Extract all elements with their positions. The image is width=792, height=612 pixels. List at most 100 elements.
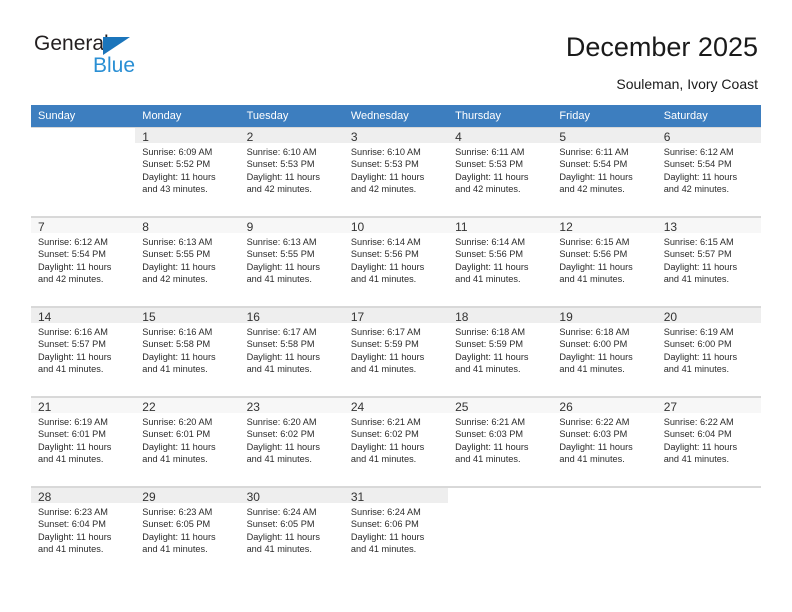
calendar-day-cell[interactable]: 11 Sunrise: 6:14 AM Sunset: 5:56 PM Dayligh… <box>448 216 553 307</box>
calendar-day-cell[interactable]: 20 Sunrise: 6:19 AM Sunset: 6:00 PM Dayligh… <box>656 306 761 397</box>
calendar-day-cell[interactable]: 9 Sunrise: 6:13 AM Sunset: 5:55 PM Daylight… <box>239 216 344 307</box>
day-sunset-text: Sunset: 6:02 PM <box>246 429 315 440</box>
day-sunset-text: Sunset: 5:54 PM <box>38 249 106 260</box>
day-cell-content: 30 Sunrise: 6:24 AM Sunset: 6:05 PM Dayligh… <box>239 487 344 576</box>
calendar-day-cell[interactable]: 14 Sunrise: 6:16 AM Sunset: 5:57 PM Dayligh… <box>31 306 136 397</box>
calendar-week-row: 1 Sunrise: 6:09 AM Sunset: 5:52 PM Daylight… <box>31 127 761 217</box>
calendar-day-cell[interactable]: 13 Sunrise: 6:15 AM Sunset: 5:57 PM Dayligh… <box>656 216 761 307</box>
calendar-day-cell[interactable]: 10 Sunrise: 6:14 AM Sunset: 5:56 PM Dayligh… <box>343 216 449 307</box>
day-daylight2-text: and 41 minutes. <box>559 363 625 374</box>
day-sunset-text: Sunset: 5:56 PM <box>350 249 419 260</box>
day-daylight1-text: Daylight: 11 hours <box>559 171 633 182</box>
page-title: December 2025 <box>565 32 758 62</box>
day-number: 11 <box>448 218 553 233</box>
day-sun-info: Sunrise: 6:12 AM Sunset: 5:54 PM Daylight:… <box>31 233 135 285</box>
day-cell-content: 18 Sunrise: 6:18 AM Sunset: 5:59 PM Dayligh… <box>448 307 553 396</box>
day-daylight1-text: Daylight: 11 hours <box>142 171 216 182</box>
day-number: 3 <box>343 128 449 143</box>
day-sunset-text: Sunset: 5:58 PM <box>246 339 315 350</box>
calendar-day-cell[interactable]: 3 Sunrise: 6:10 AM Sunset: 5:53 PM Daylight… <box>343 127 449 217</box>
day-cell-content: 19 Sunrise: 6:18 AM Sunset: 6:00 PM Dayligh… <box>552 307 657 396</box>
day-cell-content <box>656 487 761 576</box>
day-daylight2-text: and 41 minutes. <box>246 543 312 554</box>
day-daylight1-text: Daylight: 11 hours <box>455 351 529 362</box>
day-number: 8 <box>135 218 240 233</box>
calendar-day-cell[interactable]: 15 Sunrise: 6:16 AM Sunset: 5:58 PM Dayligh… <box>135 306 240 397</box>
calendar-day-cell[interactable]: 4 Sunrise: 6:11 AM Sunset: 5:53 PM Daylight… <box>448 127 553 217</box>
day-sun-info: Sunrise: 6:21 AM Sunset: 6:02 PM Daylight:… <box>344 413 448 465</box>
day-daylight2-text: and 41 minutes. <box>663 453 730 464</box>
calendar-day-cell[interactable]: 25 Sunrise: 6:21 AM Sunset: 6:03 PM Dayligh… <box>448 396 553 487</box>
day-sun-info: Sunrise: 6:14 AM Sunset: 5:56 PM Daylight:… <box>448 233 552 285</box>
day-number: 7 <box>31 218 136 233</box>
day-sunrise-text: Sunrise: 6:19 AM <box>663 327 734 337</box>
day-sunset-text: Sunset: 5:53 PM <box>455 159 524 170</box>
day-sunrise-text: Sunrise: 6:18 AM <box>455 327 526 337</box>
day-cell-content: 14 Sunrise: 6:16 AM Sunset: 5:57 PM Dayligh… <box>31 307 136 396</box>
calendar-day-cell[interactable]: 19 Sunrise: 6:18 AM Sunset: 6:00 PM Dayligh… <box>552 306 657 397</box>
day-sunset-text: Sunset: 6:03 PM <box>455 429 524 440</box>
generalblue-logo[interactable]: General Blue <box>34 32 184 84</box>
day-cell-content: 25 Sunrise: 6:21 AM Sunset: 6:03 PM Dayligh… <box>448 397 553 486</box>
day-sun-info: Sunrise: 6:18 AM Sunset: 6:00 PM Daylight:… <box>552 323 656 375</box>
calendar-day-cell[interactable]: 5 Sunrise: 6:11 AM Sunset: 5:54 PM Daylight… <box>552 127 657 217</box>
day-sunset-text: Sunset: 5:57 PM <box>38 339 106 350</box>
logo-text-blue: Blue <box>93 54 136 77</box>
day-daylight2-text: and 41 minutes. <box>246 273 312 284</box>
calendar-body: 1 Sunrise: 6:09 AM Sunset: 5:52 PM Daylight… <box>31 127 761 576</box>
calendar-day-cell[interactable]: 8 Sunrise: 6:13 AM Sunset: 5:55 PM Daylight… <box>135 216 240 307</box>
calendar-table: Sunday Monday Tuesday Wednesday Thursday… <box>31 105 761 576</box>
day-sun-info: Sunrise: 6:22 AM Sunset: 6:03 PM Daylight:… <box>552 413 656 465</box>
day-cell-content: 10 Sunrise: 6:14 AM Sunset: 5:56 PM Dayligh… <box>343 217 449 306</box>
day-sunset-text: Sunset: 5:58 PM <box>142 339 211 350</box>
calendar-day-cell[interactable]: 12 Sunrise: 6:15 AM Sunset: 5:56 PM Dayligh… <box>552 216 657 307</box>
day-number: 6 <box>656 128 761 143</box>
calendar-day-cell[interactable]: 6 Sunrise: 6:12 AM Sunset: 5:54 PM Daylight… <box>656 127 761 217</box>
day-daylight1-text: Daylight: 11 hours <box>246 441 320 452</box>
calendar-day-cell[interactable]: 24 Sunrise: 6:21 AM Sunset: 6:02 PM Dayligh… <box>343 396 449 487</box>
calendar-day-cell[interactable]: 26 Sunrise: 6:22 AM Sunset: 6:03 PM Dayligh… <box>552 396 657 487</box>
day-sun-info: Sunrise: 6:20 AM Sunset: 6:02 PM Daylight:… <box>240 413 344 465</box>
calendar-day-cell[interactable]: 31 Sunrise: 6:24 AM Sunset: 6:06 PM Dayligh… <box>343 486 449 576</box>
calendar-day-cell[interactable]: 23 Sunrise: 6:20 AM Sunset: 6:02 PM Dayligh… <box>239 396 344 487</box>
day-sun-info: Sunrise: 6:17 AM Sunset: 5:58 PM Daylight:… <box>240 323 344 375</box>
calendar-day-cell[interactable]: 27 Sunrise: 6:22 AM Sunset: 6:04 PM Dayligh… <box>656 396 761 487</box>
day-sunrise-text: Sunrise: 6:24 AM <box>350 507 421 517</box>
day-number: 24 <box>343 398 449 413</box>
day-sunrise-text: Sunrise: 6:15 AM <box>559 237 630 247</box>
day-sun-info: Sunrise: 6:17 AM Sunset: 5:59 PM Daylight:… <box>344 323 448 375</box>
day-number: 31 <box>343 488 449 503</box>
weekday-header-monday: Monday <box>135 105 240 127</box>
day-cell-content: 13 Sunrise: 6:15 AM Sunset: 5:57 PM Dayligh… <box>656 217 761 306</box>
calendar-day-cell-empty <box>448 486 553 576</box>
day-sunrise-text: Sunrise: 6:14 AM <box>350 237 421 247</box>
weekday-header-sunday: Sunday <box>31 105 136 127</box>
day-sun-info: Sunrise: 6:14 AM Sunset: 5:56 PM Daylight:… <box>344 233 448 285</box>
day-cell-content: 3 Sunrise: 6:10 AM Sunset: 5:53 PM Daylight… <box>343 127 449 216</box>
day-sunset-text: Sunset: 6:04 PM <box>663 429 732 440</box>
calendar-day-cell[interactable]: 16 Sunrise: 6:17 AM Sunset: 5:58 PM Dayligh… <box>239 306 344 397</box>
day-number: 26 <box>552 398 657 413</box>
day-sunrise-text: Sunrise: 6:23 AM <box>142 507 213 517</box>
calendar-day-cell[interactable]: 17 Sunrise: 6:17 AM Sunset: 5:59 PM Dayligh… <box>343 306 449 397</box>
day-daylight2-text: and 41 minutes. <box>246 363 312 374</box>
calendar-day-cell[interactable]: 29 Sunrise: 6:23 AM Sunset: 6:05 PM Dayligh… <box>135 486 240 576</box>
day-number: 5 <box>552 128 657 143</box>
day-number: 2 <box>239 128 344 143</box>
day-daylight2-text: and 41 minutes. <box>559 453 625 464</box>
day-sunset-text: Sunset: 5:53 PM <box>246 159 315 170</box>
calendar-day-cell[interactable]: 2 Sunrise: 6:10 AM Sunset: 5:53 PM Daylight… <box>239 127 344 217</box>
calendar-day-cell[interactable]: 30 Sunrise: 6:24 AM Sunset: 6:05 PM Dayligh… <box>239 486 344 576</box>
day-cell-content: 17 Sunrise: 6:17 AM Sunset: 5:59 PM Dayligh… <box>343 307 449 396</box>
calendar-day-cell[interactable]: 18 Sunrise: 6:18 AM Sunset: 5:59 PM Dayligh… <box>448 306 553 397</box>
calendar-day-cell[interactable]: 28 Sunrise: 6:23 AM Sunset: 6:04 PM Dayligh… <box>31 486 136 576</box>
day-sunset-text: Sunset: 5:54 PM <box>663 159 732 170</box>
day-sun-info: Sunrise: 6:24 AM Sunset: 6:05 PM Daylight:… <box>240 503 344 555</box>
day-sunrise-text: Sunrise: 6:22 AM <box>663 417 734 427</box>
day-daylight2-text: and 42 minutes. <box>663 183 730 194</box>
calendar-day-cell[interactable]: 7 Sunrise: 6:12 AM Sunset: 5:54 PM Daylight… <box>31 216 136 307</box>
calendar-day-cell[interactable]: 1 Sunrise: 6:09 AM Sunset: 5:52 PM Daylight… <box>135 127 240 217</box>
calendar-day-cell[interactable]: 22 Sunrise: 6:20 AM Sunset: 6:01 PM Dayligh… <box>135 396 240 487</box>
day-sun-info: Sunrise: 6:13 AM Sunset: 5:55 PM Daylight:… <box>135 233 239 285</box>
calendar-day-cell[interactable]: 21 Sunrise: 6:19 AM Sunset: 6:01 PM Dayligh… <box>31 396 136 487</box>
